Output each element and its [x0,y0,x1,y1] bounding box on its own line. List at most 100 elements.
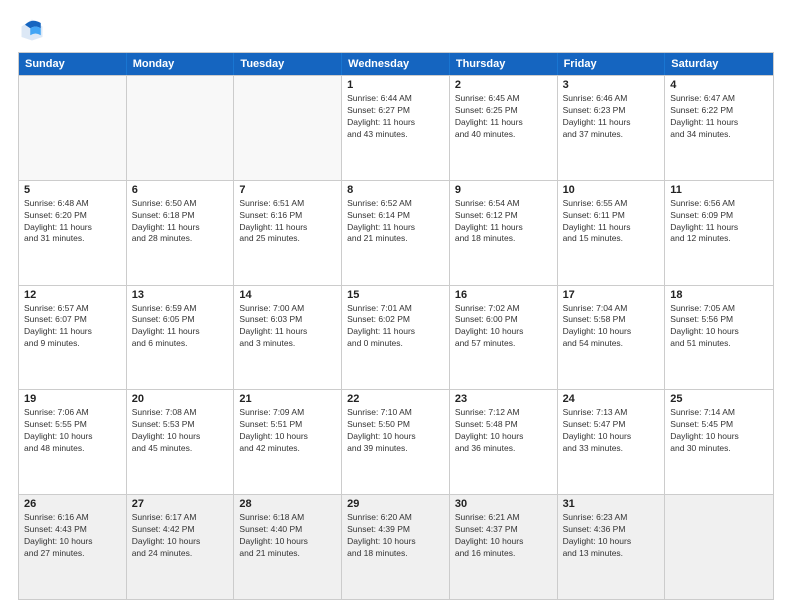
day-info: Sunrise: 7:02 AM Sunset: 6:00 PM Dayligh… [455,303,552,351]
calendar-cell: 26 Sunrise: 6:16 AM Sunset: 4:43 PM Dayli… [19,495,127,599]
calendar-cell [234,76,342,180]
day-number: 20 [132,393,229,405]
day-number: 18 [670,289,768,301]
day-info: Sunrise: 6:47 AM Sunset: 6:22 PM Dayligh… [670,93,768,141]
calendar-header-cell: Saturday [665,53,773,75]
calendar-header-cell: Friday [558,53,666,75]
calendar-week-row: 19Sunrise: 7:06 AM Sunset: 5:55 PM Dayli… [19,389,773,494]
calendar-cell: 2 Sunrise: 6:45 AM Sunset: 6:25 PM Daylig… [450,76,558,180]
calendar-cell: 31 Sunrise: 6:23 AM Sunset: 4:36 PM Dayli… [558,495,666,599]
day-number: 15 [347,289,444,301]
day-number: 17 [563,289,660,301]
day-number: 26 [24,498,121,510]
calendar-cell [19,76,127,180]
day-number: 2 [455,79,552,91]
day-number: 10 [563,184,660,196]
day-number: 7 [239,184,336,196]
day-info: Sunrise: 7:09 AM Sunset: 5:51 PM Dayligh… [239,407,336,455]
calendar-cell: 25Sunrise: 7:14 AM Sunset: 5:45 PM Dayli… [665,390,773,494]
day-info: Sunrise: 6:20 AM Sunset: 4:39 PM Dayligh… [347,512,444,560]
calendar-week-row: 5Sunrise: 6:48 AM Sunset: 6:20 PM Daylig… [19,180,773,285]
calendar-header-cell: Tuesday [234,53,342,75]
day-number: 14 [239,289,336,301]
logo-icon [18,16,46,44]
day-info: Sunrise: 7:04 AM Sunset: 5:58 PM Dayligh… [563,303,660,351]
calendar-cell: 28 Sunrise: 6:18 AM Sunset: 4:40 PM Dayli… [234,495,342,599]
calendar-cell: 8 Sunrise: 6:52 AM Sunset: 6:14 PM Daylig… [342,181,450,285]
day-info: Sunrise: 6:18 AM Sunset: 4:40 PM Dayligh… [239,512,336,560]
calendar-week-row: 12 Sunrise: 6:57 AM Sunset: 6:07 PM Dayli… [19,285,773,390]
day-info: Sunrise: 7:01 AM Sunset: 6:02 PM Dayligh… [347,303,444,351]
calendar-cell: 23 Sunrise: 7:12 AM Sunset: 5:48 PM Dayli… [450,390,558,494]
day-number: 31 [563,498,660,510]
day-number: 21 [239,393,336,405]
calendar-cell: 21 Sunrise: 7:09 AM Sunset: 5:51 PM Dayli… [234,390,342,494]
calendar-week-row: 1 Sunrise: 6:44 AM Sunset: 6:27 PM Daylig… [19,75,773,180]
day-number: 12 [24,289,121,301]
day-info: Sunrise: 6:16 AM Sunset: 4:43 PM Dayligh… [24,512,121,560]
calendar-cell: 5Sunrise: 6:48 AM Sunset: 6:20 PM Daylig… [19,181,127,285]
header [18,16,774,44]
calendar-cell: 27 Sunrise: 6:17 AM Sunset: 4:42 PM Dayli… [127,495,235,599]
day-info: Sunrise: 6:50 AM Sunset: 6:18 PM Dayligh… [132,198,229,246]
day-number: 8 [347,184,444,196]
calendar-cell: 7 Sunrise: 6:51 AM Sunset: 6:16 PM Daylig… [234,181,342,285]
day-info: Sunrise: 7:10 AM Sunset: 5:50 PM Dayligh… [347,407,444,455]
calendar-header-cell: Wednesday [342,53,450,75]
day-info: Sunrise: 6:48 AM Sunset: 6:20 PM Dayligh… [24,198,121,246]
calendar: SundayMondayTuesdayWednesdayThursdayFrid… [18,52,774,600]
calendar-cell: 30Sunrise: 6:21 AM Sunset: 4:37 PM Dayli… [450,495,558,599]
calendar-week-row: 26 Sunrise: 6:16 AM Sunset: 4:43 PM Dayli… [19,494,773,599]
day-info: Sunrise: 6:17 AM Sunset: 4:42 PM Dayligh… [132,512,229,560]
day-info: Sunrise: 6:57 AM Sunset: 6:07 PM Dayligh… [24,303,121,351]
day-info: Sunrise: 6:51 AM Sunset: 6:16 PM Dayligh… [239,198,336,246]
calendar-cell: 17 Sunrise: 7:04 AM Sunset: 5:58 PM Dayli… [558,286,666,390]
day-number: 11 [670,184,768,196]
day-number: 1 [347,79,444,91]
day-number: 19 [24,393,121,405]
day-info: Sunrise: 7:13 AM Sunset: 5:47 PM Dayligh… [563,407,660,455]
day-info: Sunrise: 6:45 AM Sunset: 6:25 PM Dayligh… [455,93,552,141]
calendar-cell [127,76,235,180]
day-info: Sunrise: 7:05 AM Sunset: 5:56 PM Dayligh… [670,303,768,351]
calendar-cell: 11Sunrise: 6:56 AM Sunset: 6:09 PM Dayli… [665,181,773,285]
day-number: 16 [455,289,552,301]
day-number: 4 [670,79,768,91]
calendar-cell: 12 Sunrise: 6:57 AM Sunset: 6:07 PM Dayli… [19,286,127,390]
day-info: Sunrise: 7:00 AM Sunset: 6:03 PM Dayligh… [239,303,336,351]
calendar-cell: 14 Sunrise: 7:00 AM Sunset: 6:03 PM Dayli… [234,286,342,390]
day-number: 29 [347,498,444,510]
page: SundayMondayTuesdayWednesdayThursdayFrid… [0,0,792,612]
day-number: 3 [563,79,660,91]
calendar-cell: 4 Sunrise: 6:47 AM Sunset: 6:22 PM Daylig… [665,76,773,180]
day-info: Sunrise: 7:08 AM Sunset: 5:53 PM Dayligh… [132,407,229,455]
calendar-cell: 22 Sunrise: 7:10 AM Sunset: 5:50 PM Dayli… [342,390,450,494]
day-number: 28 [239,498,336,510]
calendar-cell: 9Sunrise: 6:54 AM Sunset: 6:12 PM Daylig… [450,181,558,285]
day-number: 22 [347,393,444,405]
calendar-cell: 18 Sunrise: 7:05 AM Sunset: 5:56 PM Dayli… [665,286,773,390]
day-info: Sunrise: 6:52 AM Sunset: 6:14 PM Dayligh… [347,198,444,246]
calendar-cell: 16 Sunrise: 7:02 AM Sunset: 6:00 PM Dayli… [450,286,558,390]
day-number: 25 [670,393,768,405]
calendar-cell: 19Sunrise: 7:06 AM Sunset: 5:55 PM Dayli… [19,390,127,494]
calendar-cell: 13Sunrise: 6:59 AM Sunset: 6:05 PM Dayli… [127,286,235,390]
day-number: 9 [455,184,552,196]
calendar-cell: 10 Sunrise: 6:55 AM Sunset: 6:11 PM Dayli… [558,181,666,285]
day-number: 23 [455,393,552,405]
day-number: 27 [132,498,229,510]
logo [18,16,50,44]
day-info: Sunrise: 6:55 AM Sunset: 6:11 PM Dayligh… [563,198,660,246]
calendar-cell [665,495,773,599]
day-info: Sunrise: 6:46 AM Sunset: 6:23 PM Dayligh… [563,93,660,141]
day-info: Sunrise: 7:12 AM Sunset: 5:48 PM Dayligh… [455,407,552,455]
day-number: 13 [132,289,229,301]
day-number: 6 [132,184,229,196]
calendar-header-row: SundayMondayTuesdayWednesdayThursdayFrid… [19,53,773,75]
calendar-cell: 6 Sunrise: 6:50 AM Sunset: 6:18 PM Daylig… [127,181,235,285]
day-info: Sunrise: 6:21 AM Sunset: 4:37 PM Dayligh… [455,512,552,560]
day-info: Sunrise: 6:23 AM Sunset: 4:36 PM Dayligh… [563,512,660,560]
calendar-cell: 3 Sunrise: 6:46 AM Sunset: 6:23 PM Daylig… [558,76,666,180]
day-info: Sunrise: 6:44 AM Sunset: 6:27 PM Dayligh… [347,93,444,141]
calendar-cell: 29 Sunrise: 6:20 AM Sunset: 4:39 PM Dayli… [342,495,450,599]
